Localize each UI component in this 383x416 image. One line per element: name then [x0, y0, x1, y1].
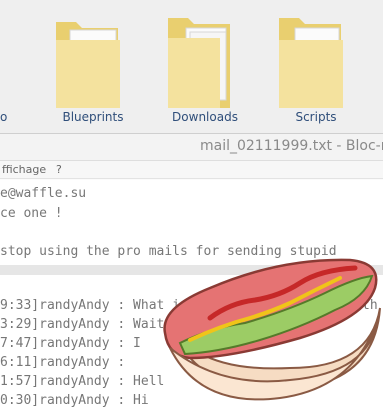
folder-label: Blueprints [62, 110, 124, 124]
text-line: 1:57]randyAndy : Hell [0, 374, 165, 389]
text-line: e@waffle.su [0, 186, 87, 201]
window-title: mail_02111999.txt - Bloc-no [200, 138, 383, 154]
text-line: 7:47]randyAndy : I [0, 336, 141, 351]
folder-icon [279, 18, 343, 108]
text-line: 3:29]randyAndy : Wait [0, 317, 165, 332]
text-line: 0:30]randyAndy : Hi [0, 393, 149, 408]
folder-label: Downloads [172, 110, 238, 124]
menu-bar: ffichage ? [0, 161, 383, 179]
hotdog-icon [163, 258, 381, 401]
folder-label: Scripts [295, 110, 337, 124]
title-bar: mail_02111999.txt - Bloc-no [0, 134, 383, 161]
menu-affichage[interactable]: ffichage [2, 163, 46, 176]
folder-downloads[interactable]: Downloads [160, 10, 250, 130]
file-explorer-folders: o Blueprints Downloads Scripts [0, 0, 383, 133]
folder-label-cut: o [0, 110, 8, 124]
folder-scripts[interactable]: Scripts [271, 10, 361, 130]
folder-icon [168, 18, 230, 108]
menu-help[interactable]: ? [56, 163, 62, 176]
folder-blueprints[interactable]: Blueprints [48, 10, 138, 130]
folder-icon [56, 22, 120, 108]
text-line: 6:11]randyAndy : [0, 355, 126, 370]
text-line: ce one ! [0, 206, 63, 221]
